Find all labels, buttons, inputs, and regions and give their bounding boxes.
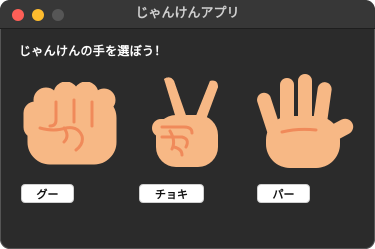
paper-hand-icon <box>254 72 354 170</box>
scissors-hand-icon <box>148 75 228 169</box>
paper-button[interactable]: パー <box>257 184 310 203</box>
rock-button[interactable]: グー <box>21 184 74 203</box>
prompt-text: じゃんけんの手を選ぼう！ <box>19 44 167 58</box>
app-window: じゃんけんアプリ じゃんけんの手を選ぼう！ グー チョキ パー <box>0 0 375 249</box>
window-title: じゃんけんアプリ <box>135 6 240 21</box>
rock-hand-icon <box>20 81 120 168</box>
title-bar[interactable]: じゃんけんアプリ <box>0 0 375 29</box>
scissors-button[interactable]: チョキ <box>139 184 204 203</box>
